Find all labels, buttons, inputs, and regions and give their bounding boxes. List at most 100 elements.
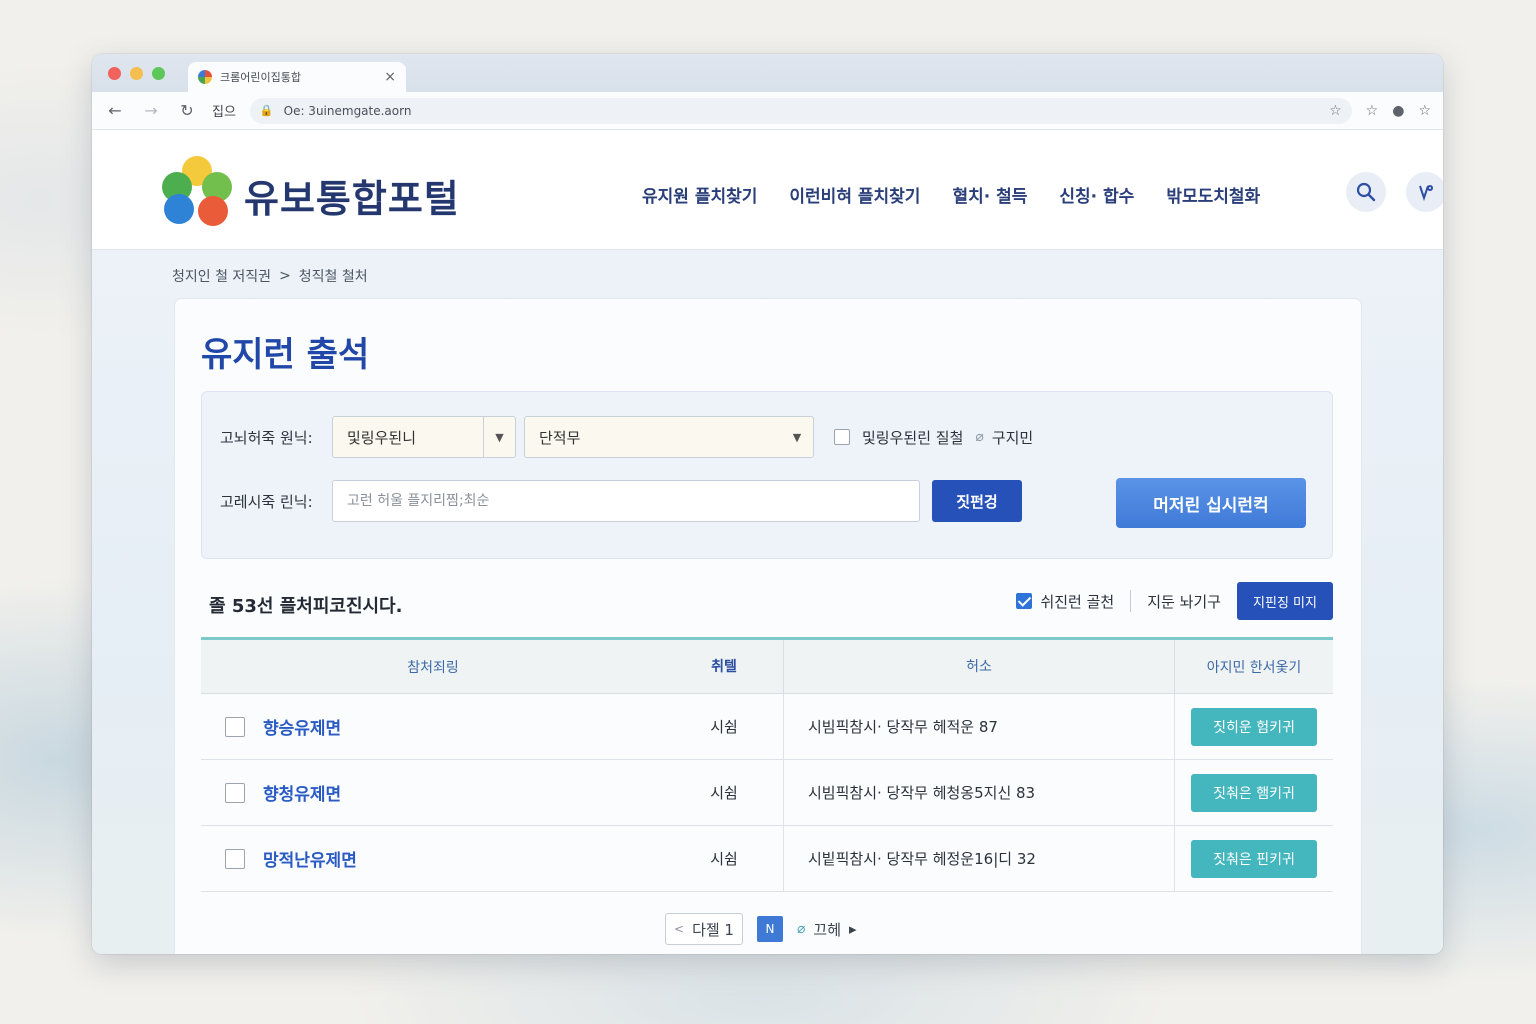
- page-title: 유지런 출석: [201, 335, 370, 375]
- table-row: 향승유제면 시쉼 시빔픽참시· 당작무 헤적운 87 짓히운 험키귀: [201, 693, 1333, 760]
- row-checkbox[interactable]: [225, 782, 245, 803]
- chevron-down-icon: ▼: [792, 430, 802, 444]
- results-bar: 졸 53선 플처피코진시다. 쉬진런 골천 지둔 놔기구 지핀징 미지: [201, 581, 1333, 621]
- main-card: 유지런 출석 고뇌허죽 원닉: 및링우된니 ▼ 단적무 ▼ 및링우된린 질철 ⌀: [174, 298, 1362, 954]
- header-type: 취텔: [711, 658, 737, 675]
- type-cell: 시쉼: [710, 718, 738, 736]
- url-text[interactable]: Oe: 3uinemgate.aorn: [284, 104, 1319, 118]
- close-window-button[interactable]: [108, 67, 121, 80]
- next-page-button[interactable]: ⌀ 끄헤 ▸: [797, 919, 857, 940]
- breadcrumb: 청지인 철 저직권 > 청직철 철처: [172, 266, 368, 286]
- type-cell: 시쉼: [710, 784, 738, 802]
- next-page-label: 끄헤: [813, 920, 842, 939]
- detail-button[interactable]: 짓춰은 핀키귀: [1191, 839, 1317, 878]
- institution-link[interactable]: 향청유제면: [263, 780, 341, 805]
- pagination: < 다젤 1 N ⌀ 끄헤 ▸: [665, 913, 857, 945]
- tab-title: 크롬어린이집통합: [220, 71, 301, 84]
- filter-panel: 고뇌허죽 원닉: 및링우된니 ▼ 단적무 ▼ 및링우된린 질철 ⌀ 구지민 고레…: [201, 391, 1333, 559]
- star-icon[interactable]: ☆: [1329, 103, 1342, 119]
- filter-row-keyword: 고레시죽 린닉: 짓펀겅: [220, 480, 1022, 522]
- main-nav: 유지원 플치찾기 이런비혀 플치찾기 혈치· 철득 신칭· 합수 밖모도치철화: [642, 182, 1260, 207]
- institution-link[interactable]: 망적난유제면: [263, 846, 357, 871]
- tab-close-icon[interactable]: ×: [384, 69, 396, 85]
- name-cell: 향청유제면: [201, 780, 665, 805]
- prev-page-button[interactable]: < 다젤 1: [665, 913, 743, 945]
- browser-window: 크롬어린이집통합 × ← → ↻ 집으 🔒 Oe: 3uinemgate.aor…: [92, 54, 1443, 954]
- name-cell: 향승유제면: [201, 714, 665, 739]
- option-checkbox[interactable]: [1016, 593, 1033, 609]
- chevron-down-icon: ▼: [483, 417, 515, 457]
- region-select[interactable]: 및링우된니 ▼: [332, 416, 516, 458]
- lock-icon: 🔒: [259, 104, 274, 117]
- option-toggle[interactable]: 쉬진런 골천: [1016, 591, 1114, 612]
- row-checkbox[interactable]: [225, 716, 245, 737]
- search-button[interactable]: 짓펀겅: [932, 480, 1022, 522]
- nav-item-kindergarten-search[interactable]: 유지원 플치찾기: [642, 182, 757, 207]
- keyword-input[interactable]: [332, 480, 920, 522]
- table-row: 망적난유제면 시쉼 시빝픽참시· 당작무 헤정운16|디 32 짓춰은 핀키귀: [201, 825, 1333, 892]
- action-cell: 짓히운 험키귀: [1175, 707, 1333, 746]
- menu-icon[interactable]: [1406, 172, 1443, 212]
- address-cell: 시빔픽참시· 당작무 헤적운 87: [783, 693, 1175, 760]
- detail-button[interactable]: 짓히운 험키귀: [1191, 707, 1317, 746]
- region-checkbox[interactable]: [834, 429, 850, 445]
- institution-link[interactable]: 향승유제면: [263, 714, 341, 739]
- breadcrumb-current: 청직철 철처: [298, 269, 368, 285]
- table-header: 참처죄링 취텔 허소 아지민 한서옻기: [201, 639, 1333, 694]
- option-label: 쉬진런 골천: [1040, 592, 1115, 611]
- minimize-window-button[interactable]: [130, 67, 143, 80]
- site-header: 유보통합포털 유지원 플치찾기 이런비혀 플치찾기 혈치· 철득 신칭· 합수 …: [92, 130, 1443, 250]
- name-cell: 망적난유제면: [201, 846, 665, 871]
- page-content: 유보통합포털 유지원 플치찾기 이런비혀 플치찾기 혈치· 철득 신칭· 합수 …: [92, 130, 1443, 954]
- chevron-left-icon: <: [674, 922, 685, 936]
- leaf-icon: ⌀: [975, 429, 984, 445]
- detail-search-button[interactable]: 머저린 십시런컥: [1116, 478, 1306, 528]
- district-select-value: 단적무: [539, 428, 581, 447]
- bookmark-icon[interactable]: ☆: [1366, 103, 1379, 119]
- filter-row-region: 고뇌허죽 원닉: 및링우된니 ▼ 단적무 ▼ 및링우된린 질철 ⌀ 구지민: [220, 416, 1033, 458]
- site-logo-text[interactable]: 유보통합포털: [244, 168, 460, 223]
- browser-tab[interactable]: 크롬어린이집통합 ×: [188, 62, 406, 92]
- map-view-button[interactable]: 지핀징 미지: [1237, 582, 1333, 620]
- home-label[interactable]: 집으: [212, 101, 236, 120]
- action-cell: 짓춰은 햄키귀: [1175, 773, 1333, 812]
- current-page[interactable]: N: [756, 916, 783, 942]
- leaf-icon: ⌀: [796, 921, 806, 937]
- row-checkbox[interactable]: [225, 848, 245, 869]
- prev-page-label: 다젤 1: [692, 920, 734, 939]
- nav-item-apply[interactable]: 신칭· 합수: [1059, 182, 1134, 207]
- maximize-window-button[interactable]: [152, 67, 165, 80]
- chevron-right-icon: >: [279, 268, 291, 284]
- address-bar: ← → ↻ 집으 🔒 Oe: 3uinemgate.aorn ☆ ☆ ● ☆: [92, 92, 1443, 130]
- region-checkbox-label: 및링우된린 질철: [862, 428, 964, 447]
- forward-icon[interactable]: →: [140, 101, 162, 120]
- address-cell: 시빔픽참시· 당작무 헤청옹5지신 83: [783, 759, 1175, 826]
- table-row: 향청유제면 시쉼 시빔픽참시· 당작무 헤청옹5지신 83 짓춰은 햄키귀: [201, 759, 1333, 826]
- extension-icon[interactable]: ☆: [1418, 103, 1431, 119]
- keyword-label: 고레시죽 린닉:: [220, 492, 313, 511]
- nav-item-info[interactable]: 혈치· 철득: [952, 182, 1027, 207]
- tab-bar: 크롬어린이집통합 ×: [92, 54, 1443, 92]
- url-field[interactable]: 🔒 Oe: 3uinemgate.aorn ☆: [249, 97, 1352, 124]
- action-cell: 짓춰은 핀키귀: [1175, 839, 1333, 878]
- window-controls: [108, 67, 165, 80]
- nav-item-parent[interactable]: 밖모도치철화: [1166, 182, 1260, 207]
- extra-option-label[interactable]: 구지민: [992, 427, 1033, 448]
- logo-icon[interactable]: [160, 156, 234, 226]
- reload-icon[interactable]: ↻: [176, 101, 198, 120]
- detail-button[interactable]: 짓춰은 햄키귀: [1191, 773, 1317, 812]
- results-table: 참처죄링 취텔 허소 아지민 한서옻기 향승유제면 시쉼 시빔픽참시· 당작무 …: [201, 637, 1333, 892]
- search-icon[interactable]: [1346, 172, 1386, 212]
- breadcrumb-item[interactable]: 청지인 철 저직권: [172, 266, 271, 286]
- divider: [1130, 590, 1132, 612]
- header-address: 허소: [783, 639, 1175, 694]
- results-count: 졸 53선 플처피코진시다.: [209, 596, 403, 617]
- profile-icon[interactable]: ●: [1392, 103, 1404, 119]
- address-cell: 시빝픽참시· 당작무 헤정운16|디 32: [783, 825, 1175, 892]
- nav-item-daycare-search[interactable]: 이런비혀 플치찾기: [789, 182, 920, 207]
- sort-link[interactable]: 지둔 놔기구: [1147, 591, 1221, 612]
- back-icon[interactable]: ←: [104, 101, 126, 120]
- district-select[interactable]: 단적무 ▼: [524, 416, 814, 458]
- chevron-right-icon: ▸: [849, 920, 857, 938]
- type-cell: 시쉼: [710, 850, 738, 868]
